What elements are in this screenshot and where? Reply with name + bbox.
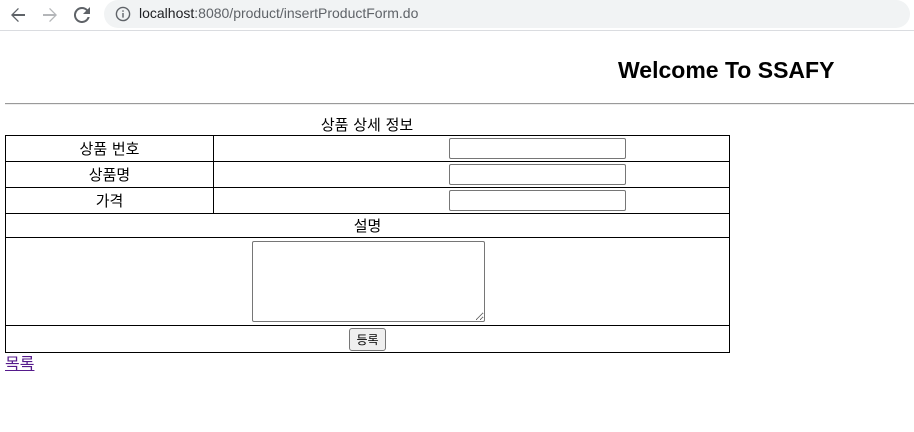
table-caption: 상품 상세 정보	[320, 116, 414, 134]
register-button[interactable]: 등록	[349, 327, 386, 351]
page-heading: Welcome To SSAFY	[618, 57, 835, 83]
price-input[interactable]	[449, 190, 626, 211]
url-host: localhost	[139, 5, 195, 21]
form-row-description-label: 설명	[5, 213, 730, 238]
submit-cell: 등록	[5, 325, 730, 353]
reload-button[interactable]	[70, 3, 94, 27]
address-bar[interactable]: localhost:8080/product/insertProductForm…	[104, 0, 910, 28]
info-icon[interactable]	[115, 6, 131, 22]
product-name-cell	[213, 161, 730, 188]
price-cell	[213, 187, 730, 214]
back-button[interactable]	[6, 3, 30, 27]
horizontal-rule	[5, 103, 914, 105]
form-row-price: 가격	[5, 187, 730, 214]
description-label: 설명	[5, 213, 730, 238]
form-row-submit: 등록	[5, 325, 730, 353]
product-number-cell	[213, 135, 730, 162]
description-textarea[interactable]	[252, 241, 485, 322]
form-row-product-name: 상품명	[5, 161, 730, 188]
reload-icon	[74, 7, 90, 23]
product-number-label: 상품 번호	[5, 135, 214, 162]
product-name-input[interactable]	[449, 164, 626, 185]
description-cell	[5, 237, 730, 326]
product-form-table: 상품 번호 상품명 가격 설명 등록	[5, 135, 730, 353]
forward-button[interactable]	[38, 3, 62, 27]
price-label: 가격	[5, 187, 214, 214]
arrow-left-icon	[11, 8, 25, 22]
arrow-right-icon	[43, 8, 57, 22]
url-path: :8080/product/insertProductForm.do	[194, 5, 419, 21]
form-row-product-number: 상품 번호	[5, 135, 730, 162]
browser-toolbar: localhost:8080/product/insertProductForm…	[0, 0, 914, 31]
list-link[interactable]: 목록	[5, 353, 34, 375]
product-number-input[interactable]	[449, 138, 626, 159]
product-name-label: 상품명	[5, 161, 214, 188]
url-text[interactable]: localhost:8080/product/insertProductForm…	[139, 5, 418, 22]
form-row-description	[5, 237, 730, 326]
